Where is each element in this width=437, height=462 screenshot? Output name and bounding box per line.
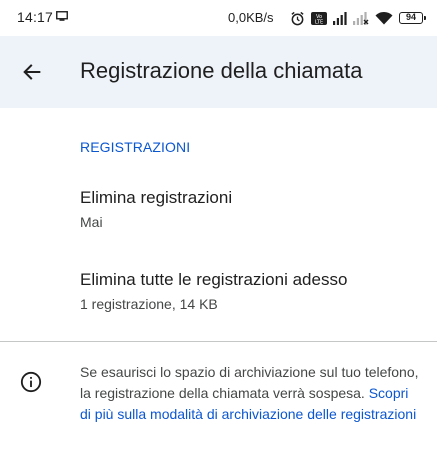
setting-subtitle: 1 registrazione, 14 KB <box>80 296 218 312</box>
signal-icon <box>333 11 347 25</box>
wifi-icon <box>375 11 393 25</box>
back-button[interactable] <box>12 48 52 96</box>
info-icon <box>20 371 42 393</box>
status-bar: 14:17 0,0KB/s Vo LTE 94 <box>0 0 437 36</box>
battery-icon: 94 <box>399 12 426 24</box>
alarm-icon <box>291 11 304 25</box>
signal-off-icon <box>353 11 369 25</box>
app-bar: Registrazione della chiamata <box>0 36 437 108</box>
page-title: Registrazione della chiamata <box>80 58 363 83</box>
setting-title: Elimina registrazioni <box>80 188 233 207</box>
setting-subtitle: Mai <box>80 214 103 230</box>
setting-title: Elimina tutte le registrazioni adesso <box>80 270 348 289</box>
section-header-recordings: REGISTRAZIONI <box>80 139 191 155</box>
volte-icon: Vo LTE <box>311 11 327 25</box>
status-time: 14:17 <box>17 9 54 25</box>
setting-delete-all-recordings-now[interactable]: Elimina tutte le registrazioni adesso 1 … <box>0 258 437 328</box>
setting-delete-recordings[interactable]: Elimina registrazioni Mai <box>0 176 437 246</box>
storage-info-text: Se esaurisci lo spazio di archiviazione … <box>80 362 420 425</box>
status-icons: Vo LTE 94 <box>290 9 426 27</box>
battery-level: 94 <box>405 12 416 22</box>
arrow-back-icon <box>23 64 41 80</box>
divider <box>0 341 437 342</box>
network-speed: 0,0KB/s <box>228 10 274 25</box>
svg-text:LTE: LTE <box>315 19 323 25</box>
screen-cast-icon <box>56 11 68 21</box>
